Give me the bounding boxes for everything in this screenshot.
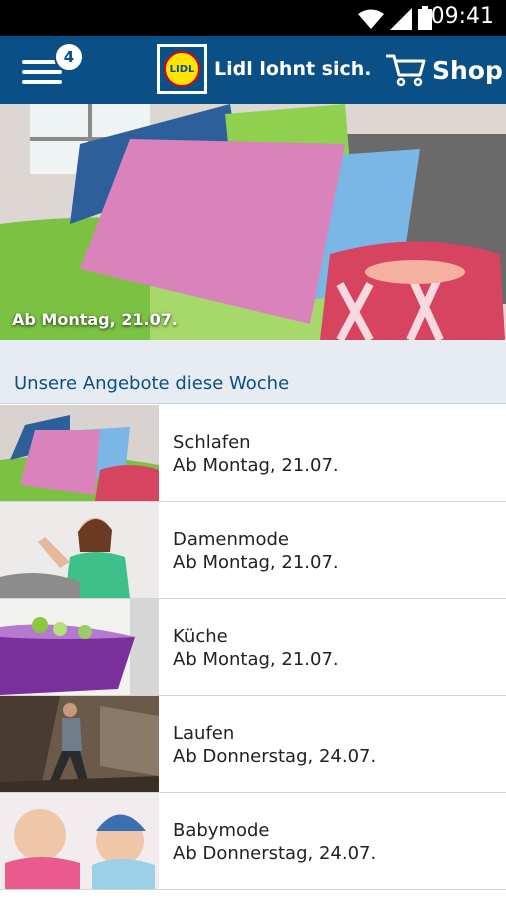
kitchen-thumbnail-image — [0, 599, 159, 695]
item-date: Ab Montag, 21.07. — [173, 649, 339, 670]
running-thumbnail-image — [0, 696, 159, 792]
list-item[interactable]: Küche Ab Montag, 21.07. — [0, 599, 506, 696]
notification-badge: 4 — [54, 42, 84, 72]
thumbnail — [0, 405, 159, 501]
item-date: Ab Montag, 21.07. — [173, 552, 339, 573]
item-date: Ab Montag, 21.07. — [173, 455, 339, 476]
bedding-thumbnail-image — [0, 405, 159, 501]
signal-icon — [390, 8, 412, 30]
thumbnail — [0, 502, 159, 598]
offers-list: Schlafen Ab Montag, 21.07. Damenmode Ab … — [0, 405, 506, 890]
item-date: Ab Donnerstag, 24.07. — [173, 843, 377, 864]
hero-caption: Ab Montag, 21.07. — [12, 310, 178, 329]
lidl-logo[interactable]: LIDL — [157, 44, 207, 94]
thumbnail — [0, 599, 159, 695]
list-item[interactable]: Laufen Ab Donnerstag, 24.07. — [0, 696, 506, 793]
section-header: Unsere Angebote diese Woche — [0, 340, 506, 404]
menu-button[interactable]: 4 — [20, 42, 84, 92]
wifi-icon — [358, 9, 384, 29]
app-title: Lidl lohnt sich. — [214, 58, 372, 80]
section-title: Unsere Angebote diese Woche — [14, 373, 290, 394]
logo-background: LIDL — [160, 47, 204, 91]
hero-image — [0, 104, 506, 340]
cart-icon — [386, 54, 426, 87]
app-bar: 4 LIDL Lidl lohnt sich. Shop — [0, 36, 506, 104]
shop-label: Shop — [432, 55, 503, 85]
logo-circle: LIDL — [164, 51, 200, 87]
babywear-thumbnail-image — [0, 793, 159, 889]
status-bar: 09:41 — [0, 0, 506, 36]
status-time: 09:41 — [430, 4, 494, 29]
list-item[interactable]: Schlafen Ab Montag, 21.07. — [0, 405, 506, 502]
fashion-thumbnail-image — [0, 502, 159, 598]
item-title: Schlafen — [173, 432, 251, 453]
item-title: Babymode — [173, 820, 270, 841]
list-item[interactable]: Damenmode Ab Montag, 21.07. — [0, 502, 506, 599]
item-title: Küche — [173, 626, 228, 647]
menu-icon-line — [22, 70, 62, 74]
hero-banner[interactable]: Ab Montag, 21.07. — [0, 104, 506, 340]
shop-button[interactable]: Shop — [386, 50, 503, 90]
list-item[interactable]: Babymode Ab Donnerstag, 24.07. — [0, 793, 506, 890]
item-title: Laufen — [173, 723, 235, 744]
menu-icon-line — [22, 80, 62, 84]
thumbnail — [0, 696, 159, 792]
item-title: Damenmode — [173, 529, 289, 550]
status-icons — [358, 6, 432, 30]
thumbnail — [0, 793, 159, 889]
item-date: Ab Donnerstag, 24.07. — [173, 746, 377, 767]
